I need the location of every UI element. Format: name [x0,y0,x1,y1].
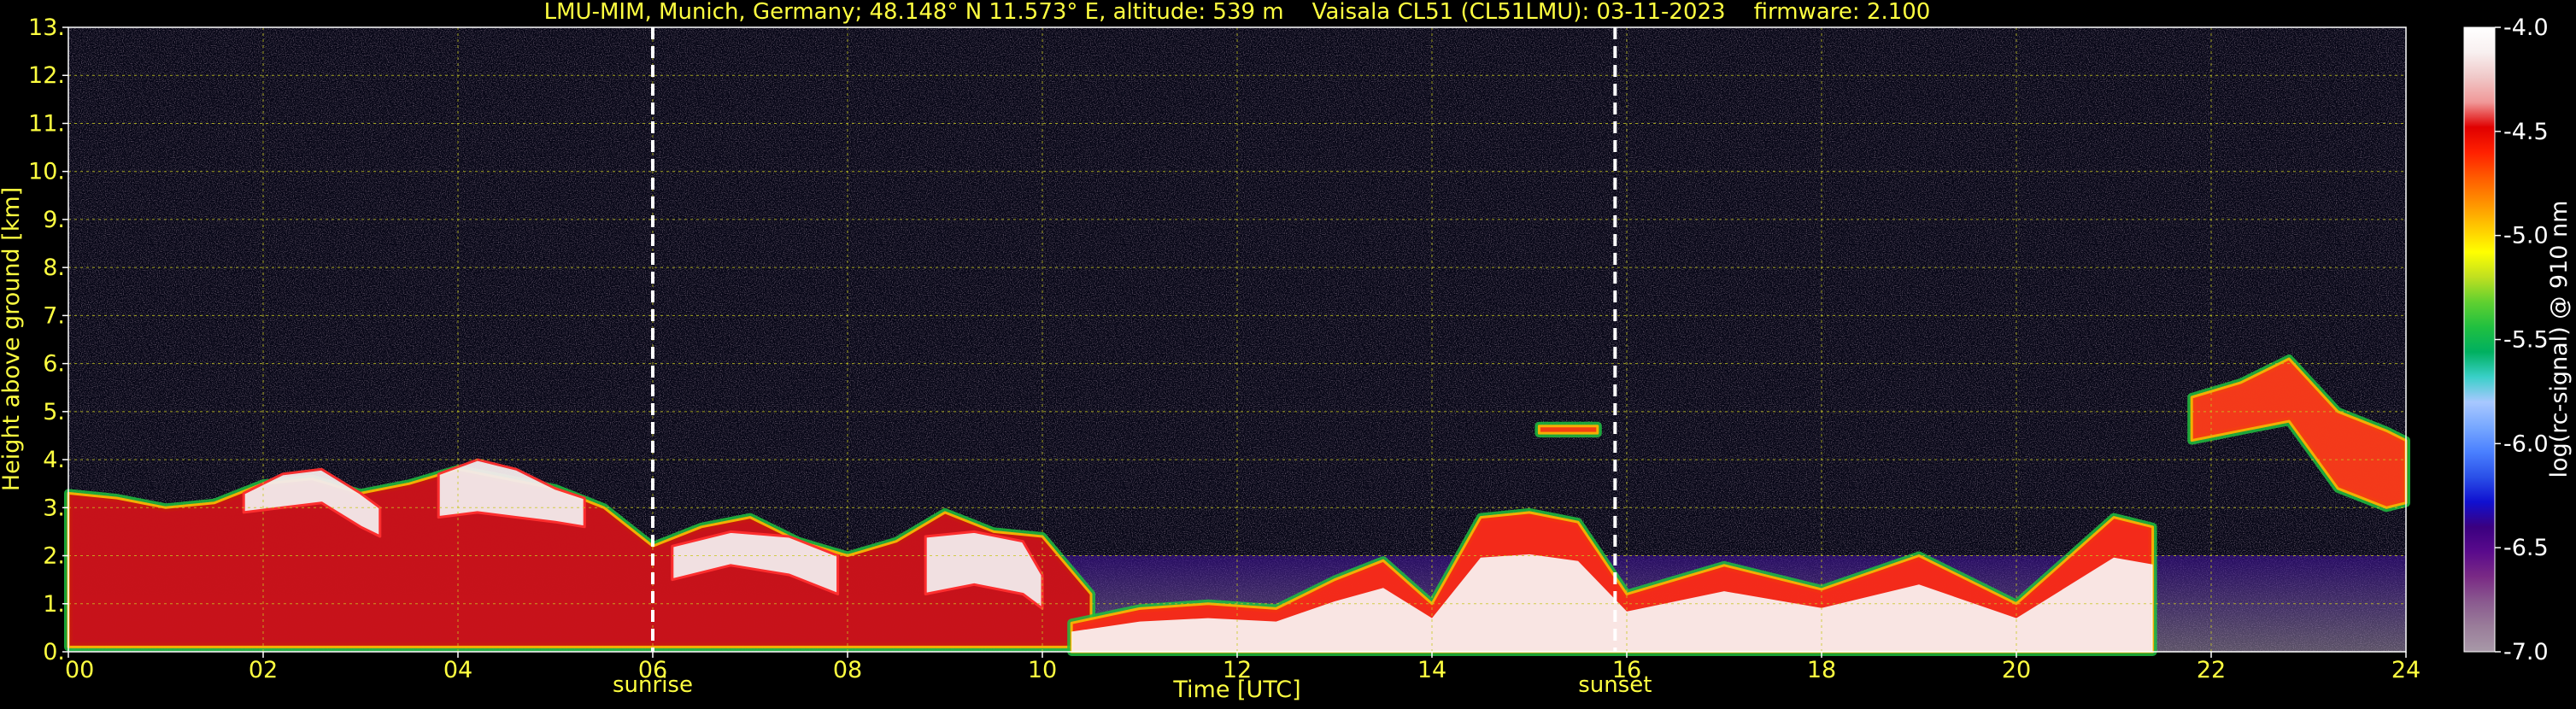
x-tick-label: 14 [1417,657,1446,683]
x-axis-label: Time [UTC] [1172,677,1300,703]
colorbar-tick-label: -5.5 [2503,327,2549,354]
x-tick-label: 04 [443,657,472,683]
x-tick-label: 22 [2197,657,2226,683]
colorbar-tick-label: -4.0 [2503,15,2549,41]
x-tick-label: 24 [2391,657,2421,683]
y-tick-label: 5. [43,399,65,425]
colorbar-tick-label: -4.5 [2503,119,2549,145]
ceilometer-chart: sunrise sunset 00 02 04 06 08 10 12 14 16 18 20 22 24… [0,0,2576,706]
y-tick-label: 10. [28,159,65,185]
y-axis-label: Height above ground [km] [0,187,25,491]
colorbar-label: log(rc-signal) @ 910 nm [2546,201,2573,478]
y-tick-label: 9. [43,207,65,233]
backscatter-layer [1537,425,1599,435]
y-tick-label: 1. [43,591,65,618]
y-tick-label: 13. [28,15,65,41]
colorbar-tick-label: -7.0 [2503,639,2549,665]
colorbar-tick-label: -6.0 [2503,431,2549,457]
chart-title: LMU-MIM, Munich, Germany; 48.148° N 11.5… [544,0,1931,25]
x-tick-label: 02 [249,657,278,683]
x-tick-label: 00 [65,657,94,683]
chart-svg: sunrise sunset 00 02 04 06 08 10 12 14 16 18 20 22 24… [0,0,2573,703]
y-tick-label: 8. [43,255,65,281]
y-tick-label: 11. [28,110,65,137]
colorbar-ticks: -4.0 -4.5 -5.0 -5.5 -6.0 -6.5 -7.0 [2495,15,2549,665]
y-tick-label: 3. [43,495,65,521]
y-axis-ticks: 0. 1. 2. 3. 4. 5. 6. 7. 8. 9. 10. 11. 12. 13. [28,15,68,665]
colorbar-tick-label: -5.0 [2503,223,2549,249]
y-tick-label: 7. [43,302,65,329]
x-tick-label: 18 [1807,657,1836,683]
y-tick-label: 12. [28,62,65,89]
y-tick-label: 0. [43,639,65,665]
x-tick-label: 20 [2002,657,2031,683]
y-tick-label: 2. [43,543,65,570]
x-tick-label: 16 [1612,657,1641,683]
colorbar [2463,26,2496,653]
x-tick-label: 06 [638,657,667,683]
y-tick-label: 6. [43,351,65,378]
colorbar-tick-label: -6.5 [2503,535,2549,561]
y-tick-label: 4. [43,447,65,473]
x-tick-label: 08 [833,657,862,683]
x-tick-label: 10 [1028,657,1057,683]
